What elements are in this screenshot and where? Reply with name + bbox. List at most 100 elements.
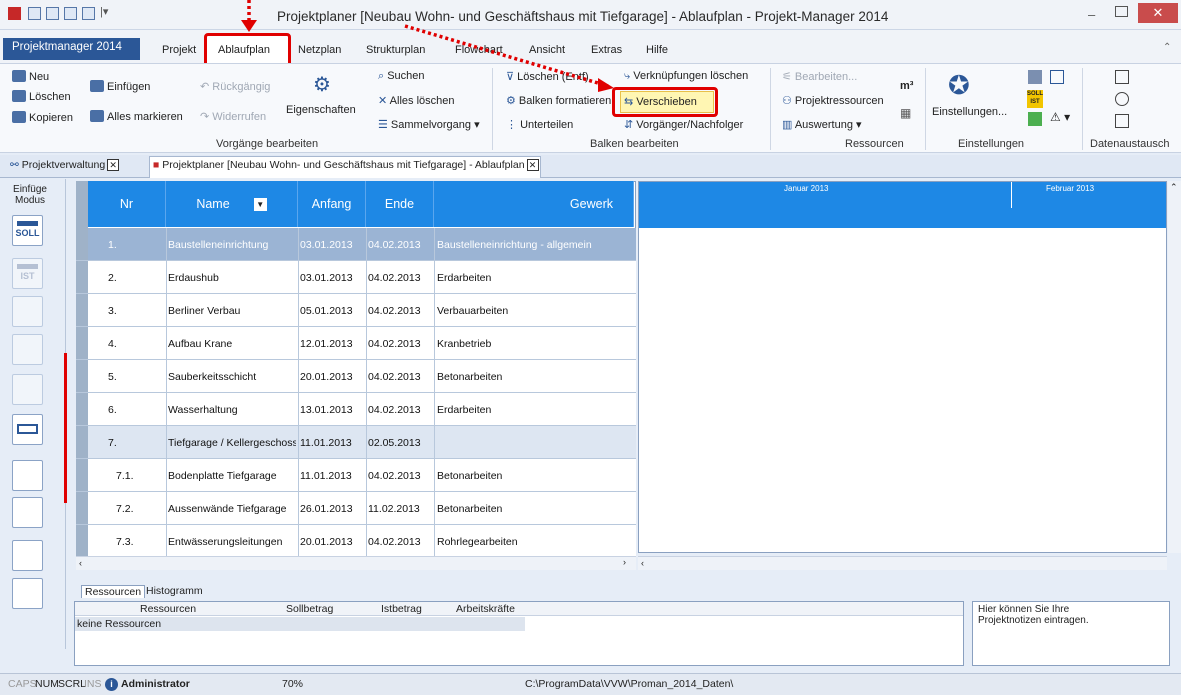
maximize-button[interactable]: [1115, 6, 1128, 17]
cell-name[interactable]: Berliner Verbau: [168, 305, 296, 317]
scroll-left-icon[interactable]: ‹: [641, 558, 644, 568]
cell-gewerk[interactable]: Betonarbeiten: [437, 503, 632, 515]
cell-ende[interactable]: 04.02.2013: [368, 305, 432, 317]
ressourcen-bearbeiten-button[interactable]: ⚟ Bearbeiten...: [782, 70, 857, 83]
gantt-vscrollbar[interactable]: ⌃: [1168, 181, 1181, 553]
cell-anfang[interactable]: 03.01.2013: [300, 272, 364, 284]
cell-name[interactable]: Bodenplatte Tiefgarage: [168, 470, 296, 482]
cell-nr[interactable]: 2.: [108, 272, 163, 284]
col-arbeitskraefte[interactable]: Arbeitskräfte: [456, 603, 515, 615]
loeschen-button[interactable]: Löschen: [12, 90, 71, 103]
cell-name[interactable]: Sauberkeitsschicht: [168, 371, 296, 383]
doctab-ablaufplan[interactable]: ■ Projektplaner [Neubau Wohn- und Geschä…: [153, 159, 539, 171]
scroll-left-icon[interactable]: ‹: [79, 558, 82, 568]
tab-hilfe[interactable]: Hilfe: [646, 44, 668, 56]
calc-icon[interactable]: ▦: [900, 106, 911, 120]
cell-anfang[interactable]: 05.01.2013: [300, 305, 364, 317]
row-marker[interactable]: [76, 525, 88, 558]
cell-nr[interactable]: 3.: [108, 305, 163, 317]
minimize-button[interactable]: –: [1088, 7, 1095, 22]
cell-gewerk[interactable]: Baustelleneinrichtung - allgemein: [437, 239, 632, 251]
sammelvorgang-button[interactable]: ☰ Sammelvorgang ▾: [378, 118, 480, 131]
settings-icon-b[interactable]: [1050, 70, 1064, 84]
m3-button[interactable]: m³: [900, 80, 913, 92]
cell-nr[interactable]: 7.3.: [116, 536, 171, 548]
cell-anfang[interactable]: 03.01.2013: [300, 239, 364, 251]
close-tab-icon[interactable]: ✕: [526, 159, 539, 171]
cell-name[interactable]: Aufbau Krane: [168, 338, 296, 350]
filter-icon[interactable]: ▼: [253, 198, 267, 212]
cell-anfang[interactable]: 11.01.2013: [300, 437, 364, 449]
cell-ende[interactable]: 02.05.2013: [368, 437, 432, 449]
tab-ansicht[interactable]: Ansicht: [529, 44, 565, 56]
cell-name[interactable]: Tiefgarage / Kellergeschoss: [168, 437, 296, 449]
header-gewerk[interactable]: Gewerk: [434, 181, 634, 227]
cell-ende[interactable]: 04.02.2013: [368, 404, 432, 416]
cell-ende[interactable]: 04.02.2013: [368, 470, 432, 482]
header-ende[interactable]: Ende: [366, 181, 434, 227]
cell-name[interactable]: Baustelleneinrichtung: [168, 239, 296, 251]
insert-down-tool[interactable]: [12, 540, 43, 571]
tab-ablaufplan[interactable]: Ablaufplan: [218, 44, 270, 56]
row-marker[interactable]: [76, 294, 88, 327]
row-marker[interactable]: [76, 492, 88, 525]
tab-extras[interactable]: Extras: [591, 44, 622, 56]
scroll-up-icon[interactable]: ⌃: [1170, 182, 1178, 192]
row-marker[interactable]: [76, 327, 88, 360]
close-button[interactable]: ✕: [1138, 3, 1178, 23]
cell-anfang[interactable]: 20.01.2013: [300, 536, 364, 548]
cell-name[interactable]: Entwässerungsleitungen: [168, 536, 296, 548]
cell-nr[interactable]: 7.1.: [116, 470, 171, 482]
cell-ende[interactable]: 04.02.2013: [368, 272, 432, 284]
export-icon[interactable]: [1115, 70, 1129, 84]
import-icon[interactable]: [1115, 114, 1129, 128]
cell-name[interactable]: Aussenwände Tiefgarage: [168, 503, 296, 515]
row-marker[interactable]: [76, 261, 88, 294]
row-marker[interactable]: [76, 426, 88, 459]
cell-gewerk[interactable]: Betonarbeiten: [437, 371, 632, 383]
web-icon[interactable]: [1115, 92, 1129, 106]
cell-anfang[interactable]: 12.01.2013: [300, 338, 364, 350]
cell-ende[interactable]: 04.02.2013: [368, 338, 432, 350]
cell-name[interactable]: Erdaushub: [168, 272, 296, 284]
verknuepfungen-loeschen-button[interactable]: ⤷ Verknüpfungen löschen: [624, 70, 748, 83]
tab-projekt[interactable]: Projekt: [162, 44, 196, 56]
col-sollbetrag[interactable]: Sollbetrag: [286, 603, 333, 615]
cell-anfang[interactable]: 13.01.2013: [300, 404, 364, 416]
preview-icon[interactable]: [82, 7, 95, 20]
balken-formatieren-button[interactable]: ⚙ Balken formatieren: [506, 94, 611, 107]
doctab-projektverwaltung[interactable]: ⚯ Projektverwaltung ✕: [10, 159, 120, 171]
cell-gewerk[interactable]: Erdarbeiten: [437, 272, 632, 284]
image-tool[interactable]: [12, 374, 43, 405]
cell-nr[interactable]: 4.: [108, 338, 163, 350]
insert-up-tool[interactable]: [12, 578, 43, 609]
cell-ende[interactable]: 04.02.2013: [368, 239, 432, 251]
tab-strukturplan[interactable]: Strukturplan: [366, 44, 425, 56]
header-nr[interactable]: Nr: [88, 181, 166, 227]
cell-ende[interactable]: 04.02.2013: [368, 536, 432, 548]
einstellungen-button[interactable]: Einstellungen...: [932, 106, 1007, 118]
collapse-ribbon-icon[interactable]: ⌃: [1163, 42, 1171, 53]
scroll-right-icon[interactable]: ›: [623, 557, 626, 567]
row-marker[interactable]: [76, 459, 88, 492]
milestone-tool[interactable]: [12, 296, 43, 327]
settings-icon-c[interactable]: [1028, 112, 1042, 126]
bar-tool[interactable]: [12, 414, 43, 445]
insert-indent-tool[interactable]: [12, 497, 43, 528]
cell-gewerk[interactable]: Betonarbeiten: [437, 470, 632, 482]
header-name[interactable]: Name ▼: [166, 181, 298, 227]
print-icon[interactable]: [64, 7, 77, 20]
cell-anfang[interactable]: 26.01.2013: [300, 503, 364, 515]
suchen-button[interactable]: ⌕ Suchen: [378, 70, 425, 83]
insert-below-tool[interactable]: [12, 460, 43, 491]
cell-gewerk[interactable]: Rohrlegearbeiten: [437, 536, 632, 548]
warning-icon[interactable]: ⚠ ▾: [1050, 110, 1070, 124]
row-marker[interactable]: [76, 360, 88, 393]
vorgaenger-nachfolger-button[interactable]: ⇵ Vorgänger/Nachfolger: [624, 118, 743, 131]
soll-ist-icon[interactable]: SOLL IST: [1027, 90, 1043, 108]
auswertung-button[interactable]: ▥ Auswertung ▾: [782, 118, 862, 131]
header-anfang[interactable]: Anfang: [298, 181, 366, 227]
cell-ende[interactable]: 04.02.2013: [368, 371, 432, 383]
row-marker[interactable]: [76, 228, 88, 261]
cell-nr[interactable]: 1.: [108, 239, 163, 251]
